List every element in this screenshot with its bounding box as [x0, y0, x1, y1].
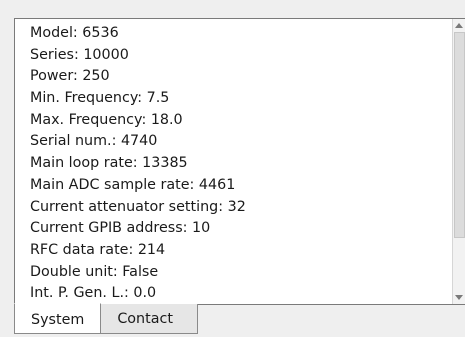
info-line-series: Series: 10000 [30, 46, 129, 63]
tab-bar: System Contact [14, 303, 199, 334]
info-line-power: Power: 250 [30, 68, 110, 85]
info-line-model: Model: 6536 [30, 25, 119, 41]
tab-system[interactable]: System [14, 303, 102, 334]
info-line-max-frequency: Max. Frequency: 18.0 [30, 111, 183, 128]
info-line-rfc-data-rate: RFC data rate: 214 [30, 241, 166, 258]
info-line-main-loop-rate: Main loop rate: 13385 [30, 155, 188, 172]
info-line-double-unit: Double unit: False [30, 263, 159, 280]
system-info-list: Model: 6536 Series: 10000 Power: 250 Min… [30, 23, 246, 304]
system-info-panel: Model: 6536 Series: 10000 Power: 250 Min… [14, 18, 465, 305]
scroll-down-arrow-icon[interactable] [455, 295, 463, 300]
info-line-min-frequency: Min. Frequency: 7.5 [30, 90, 170, 107]
info-line-int-p-gen-l: Int. P. Gen. L.: 0.0 [30, 285, 157, 302]
info-line-serial-num: Serial num.: 4740 [30, 133, 158, 150]
info-line-gpib-address: Current GPIB address: 10 [30, 220, 211, 237]
vertical-scrollbar[interactable] [452, 19, 465, 304]
tab-contact[interactable]: Contact [101, 304, 199, 334]
info-line-main-adc-sample-rate: Main ADC sample rate: 4461 [30, 176, 236, 193]
info-line-attenuator-setting: Current attenuator setting: 32 [30, 198, 246, 215]
scroll-up-arrow-icon[interactable] [455, 23, 463, 28]
scrollbar-thumb[interactable] [454, 32, 465, 238]
